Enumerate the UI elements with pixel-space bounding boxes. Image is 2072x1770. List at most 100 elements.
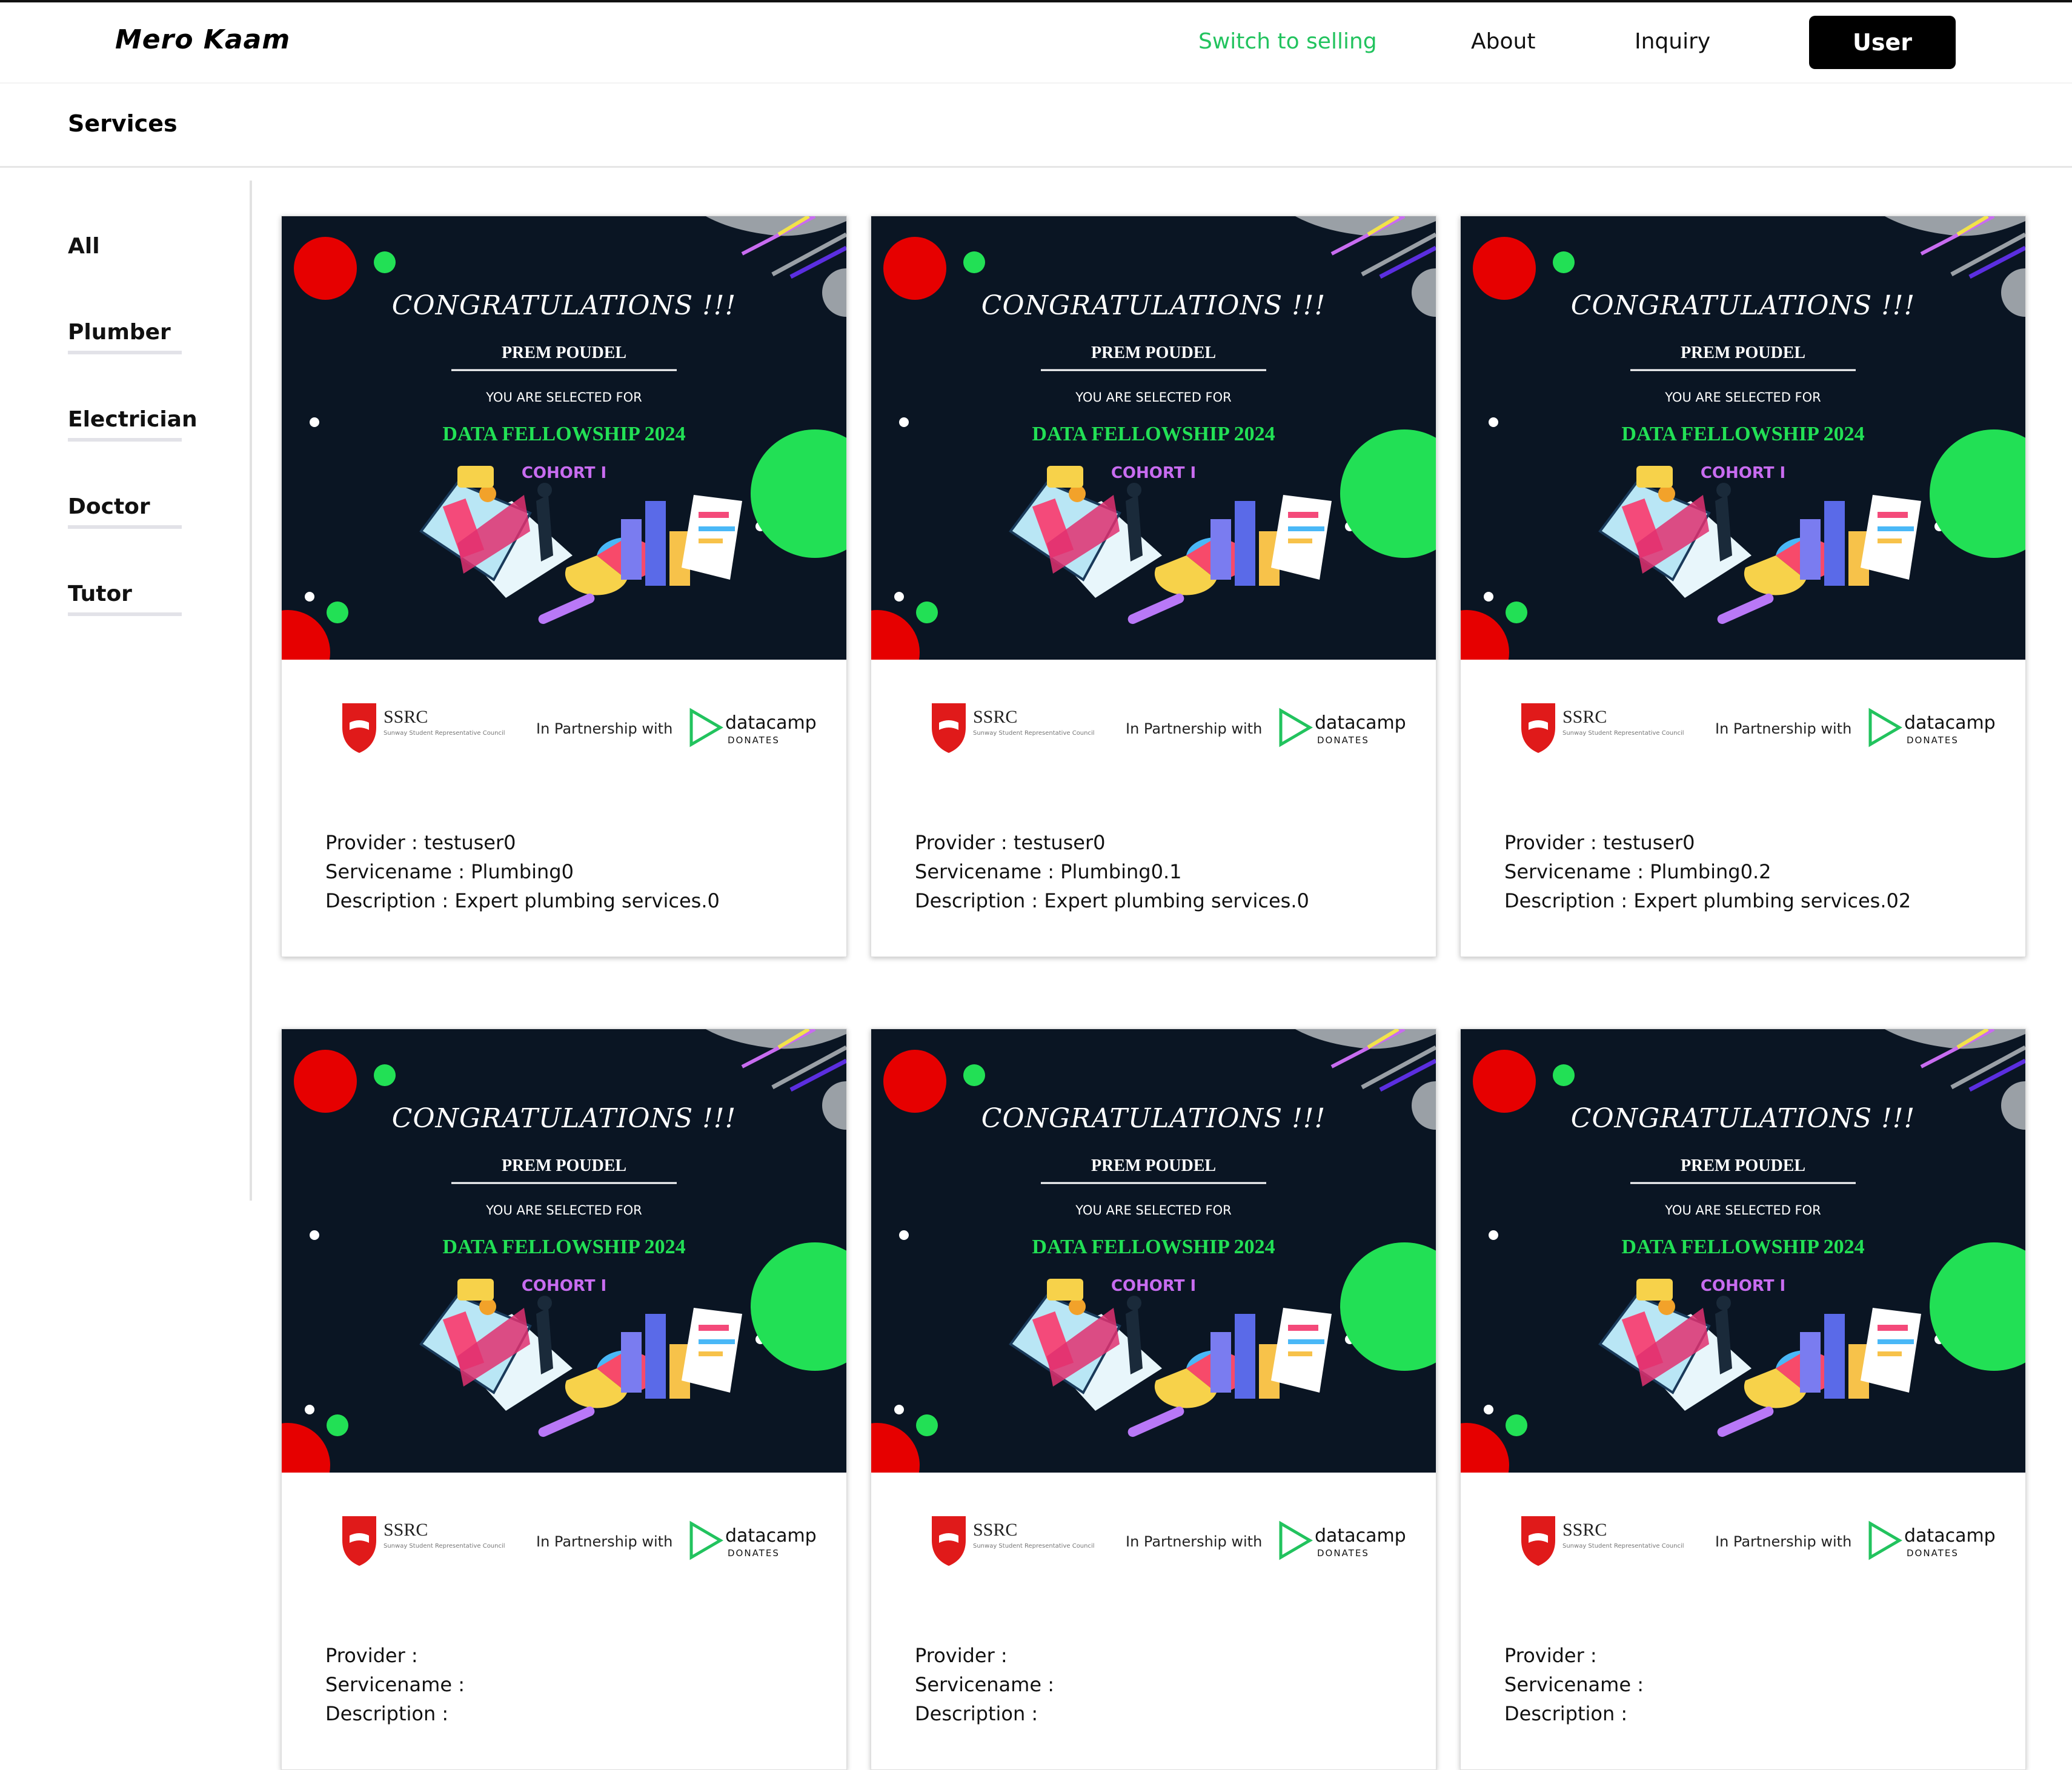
ssrc-sub: Sunway Student Representative Council bbox=[384, 730, 505, 737]
provider-row: Provider : testuser0 bbox=[915, 828, 1309, 857]
cert-name: PREM POUDEL bbox=[502, 1156, 626, 1175]
cert-program: DATA FELLOWSHIP 2024 bbox=[442, 1236, 685, 1258]
ssrc-label: SSRC bbox=[973, 707, 1017, 727]
ssrc-sub: Sunway Student Representative Council bbox=[1562, 730, 1684, 737]
servicename-row: Servicename : bbox=[325, 1670, 465, 1699]
provider-row: Provider : testuser0 bbox=[325, 828, 720, 857]
provider-label: Provider : bbox=[915, 1644, 1008, 1667]
provider-label: Provider : bbox=[1504, 1644, 1597, 1667]
service-card-1[interactable]: CONGRATULATIONS !!! PREM POUDEL YOU ARE … bbox=[281, 216, 847, 957]
cert-program: DATA FELLOWSHIP 2024 bbox=[1621, 1236, 1864, 1258]
servicename-row: Servicename : Plumbing0 bbox=[325, 857, 720, 886]
servicename-label: Servicename : bbox=[325, 1673, 465, 1696]
datacamp-sub: DONATES bbox=[1907, 1548, 1959, 1559]
partnership-label: In Partnership with bbox=[1126, 1533, 1262, 1550]
service-card-2[interactable]: CONGRATULATIONS !!! PREM POUDEL YOU ARE … bbox=[871, 216, 1436, 957]
datacamp-label: datacamp bbox=[1315, 712, 1406, 734]
servicename-value: Plumbing0.2 bbox=[1650, 860, 1771, 883]
description-label: Description : bbox=[915, 1702, 1038, 1725]
navbar: Mero Kaam Switch to selling About Inquir… bbox=[0, 2, 2072, 84]
cert-cohort: COHORT I bbox=[1701, 464, 1785, 482]
cert-program: DATA FELLOWSHIP 2024 bbox=[1621, 423, 1864, 445]
description-row: Description : Expert plumbing services.0 bbox=[325, 886, 720, 915]
datacamp-sub: DONATES bbox=[728, 735, 780, 746]
description-label: Description : bbox=[915, 889, 1044, 912]
partnership-label: In Partnership with bbox=[1715, 720, 1851, 737]
brand-logo[interactable]: Mero Kaam bbox=[115, 24, 290, 55]
inquiry-link[interactable]: Inquiry bbox=[1635, 29, 1710, 54]
provider-row: Provider : bbox=[1504, 1641, 1644, 1670]
service-info: Provider : testuser0 Servicename : Plumb… bbox=[915, 828, 1309, 915]
about-link[interactable]: About bbox=[1471, 29, 1535, 54]
cert-heading: CONGRATULATIONS !!! bbox=[1571, 1103, 1915, 1134]
certificate-image: CONGRATULATIONS !!! PREM POUDEL YOU ARE … bbox=[1461, 1029, 2025, 1475]
service-card-5[interactable]: CONGRATULATIONS !!! PREM POUDEL YOU ARE … bbox=[871, 1029, 1436, 1770]
datacamp-label: datacamp bbox=[725, 1525, 817, 1546]
cert-partners: SSRC Sunway Student Representative Counc… bbox=[871, 1475, 1436, 1584]
service-card-4[interactable]: CONGRATULATIONS !!! PREM POUDEL YOU ARE … bbox=[281, 1029, 847, 1770]
service-card-3[interactable]: CONGRATULATIONS !!! PREM POUDEL YOU ARE … bbox=[1460, 216, 2026, 957]
cert-cohort: COHORT I bbox=[1701, 1277, 1785, 1295]
service-info: Provider : testuser0 Servicename : Plumb… bbox=[1504, 828, 1911, 915]
servicename-label: Servicename : bbox=[325, 860, 471, 883]
cert-cohort: COHORT I bbox=[1111, 1277, 1196, 1295]
servicename-value: Plumbing0.1 bbox=[1060, 860, 1182, 883]
service-info: Provider : Servicename : Description : bbox=[915, 1641, 1054, 1728]
cert-selected: YOU ARE SELECTED FOR bbox=[1664, 1203, 1821, 1218]
provider-row: Provider : testuser0 bbox=[1504, 828, 1911, 857]
servicename-value: Plumbing0 bbox=[471, 860, 574, 883]
category-doctor[interactable]: Doctor bbox=[68, 494, 182, 529]
provider-value: testuser0 bbox=[1602, 831, 1695, 854]
service-info: Provider : Servicename : Description : bbox=[1504, 1641, 1644, 1728]
ssrc-sub: Sunway Student Representative Council bbox=[973, 1543, 1095, 1550]
partnership-label: In Partnership with bbox=[1715, 1533, 1851, 1550]
cert-cohort: COHORT I bbox=[1111, 464, 1196, 482]
provider-value: testuser0 bbox=[423, 831, 516, 854]
datacamp-sub: DONATES bbox=[728, 1548, 780, 1559]
cert-program: DATA FELLOWSHIP 2024 bbox=[1032, 1236, 1275, 1258]
provider-label: Provider : bbox=[1504, 831, 1603, 854]
user-button[interactable]: User bbox=[1809, 16, 1956, 69]
ssrc-sub: Sunway Student Representative Council bbox=[384, 1543, 505, 1550]
certificate-image: CONGRATULATIONS !!! PREM POUDEL YOU ARE … bbox=[871, 1029, 1436, 1475]
datacamp-icon bbox=[1279, 708, 1313, 747]
service-info: Provider : testuser0 Servicename : Plumb… bbox=[325, 828, 720, 915]
cert-name: PREM POUDEL bbox=[1681, 1156, 1805, 1175]
cert-partners: SSRC Sunway Student Representative Counc… bbox=[871, 662, 1436, 771]
ssrc-shield-icon bbox=[932, 703, 966, 753]
category-sidebar: All Plumber Electrician Doctor Tutor bbox=[0, 181, 252, 1201]
ssrc-label: SSRC bbox=[384, 1520, 428, 1540]
category-all[interactable]: All bbox=[68, 234, 182, 265]
cert-partners: SSRC Sunway Student Representative Counc… bbox=[1461, 1475, 2025, 1584]
cert-name: PREM POUDEL bbox=[1091, 1156, 1216, 1175]
service-card-6[interactable]: CONGRATULATIONS !!! PREM POUDEL YOU ARE … bbox=[1460, 1029, 2026, 1770]
description-row: Description : bbox=[1504, 1699, 1644, 1728]
category-plumber[interactable]: Plumber bbox=[68, 320, 182, 354]
cert-heading: CONGRATULATIONS !!! bbox=[981, 1103, 1326, 1134]
partnership-label: In Partnership with bbox=[536, 720, 672, 737]
servicename-row: Servicename : Plumbing0.1 bbox=[915, 857, 1309, 886]
description-row: Description : Expert plumbing services.0 bbox=[915, 886, 1309, 915]
datacamp-icon bbox=[1279, 1520, 1313, 1560]
servicename-label: Servicename : bbox=[915, 1673, 1054, 1696]
partnership-label: In Partnership with bbox=[536, 1533, 672, 1550]
datacamp-label: datacamp bbox=[1904, 1525, 1996, 1546]
ssrc-shield-icon bbox=[342, 1516, 376, 1566]
cert-program: DATA FELLOWSHIP 2024 bbox=[1032, 423, 1275, 445]
servicename-label: Servicename : bbox=[1504, 1673, 1644, 1696]
description-label: Description : bbox=[325, 889, 455, 912]
cert-selected: YOU ARE SELECTED FOR bbox=[485, 1203, 642, 1218]
services-title: Services bbox=[68, 110, 178, 137]
description-row: Description : bbox=[915, 1699, 1054, 1728]
cert-program: DATA FELLOWSHIP 2024 bbox=[442, 423, 685, 445]
servicename-label: Servicename : bbox=[1504, 860, 1650, 883]
cert-selected: YOU ARE SELECTED FOR bbox=[1075, 1203, 1232, 1218]
section-header: Services bbox=[0, 84, 2072, 168]
category-electrician[interactable]: Electrician bbox=[68, 407, 198, 442]
cert-partners: SSRC Sunway Student Representative Counc… bbox=[282, 662, 846, 771]
certificate-image: CONGRATULATIONS !!! PREM POUDEL YOU ARE … bbox=[282, 216, 846, 662]
datacamp-icon bbox=[689, 1520, 723, 1560]
category-tutor[interactable]: Tutor bbox=[68, 582, 182, 616]
service-info: Provider : Servicename : Description : bbox=[325, 1641, 465, 1728]
switch-to-selling-link[interactable]: Switch to selling bbox=[1198, 29, 1377, 54]
